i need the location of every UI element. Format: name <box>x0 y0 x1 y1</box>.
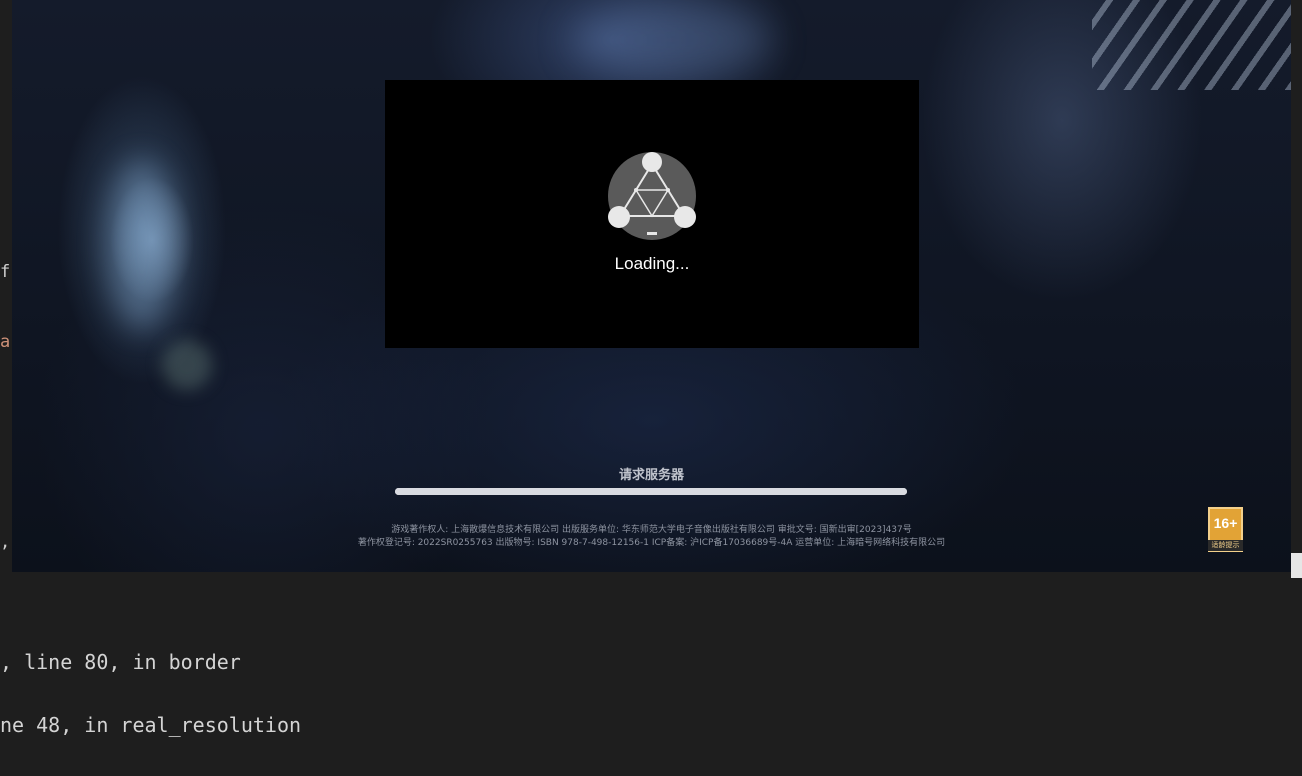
loading-status-text: 请求服务器 <box>618 468 684 483</box>
terminal-output-line: , line 80, in border <box>0 650 241 674</box>
legal-info-line: 著作权登记号: 2022SR0255763 出版物号: ISBN 978-7-4… <box>357 538 946 548</box>
editor-right-light-edge <box>1291 553 1302 578</box>
loading-dialog: Loading... <box>385 80 919 348</box>
loading-progress-bar <box>395 488 907 495</box>
editor-right-edge <box>1291 0 1302 578</box>
legal-info-line: 游戏著作权人: 上海散爆信息技术有限公司 出版服务单位: 华东师范大学电子音像出… <box>391 525 912 535</box>
game-window[interactable]: Loading... 请求服务器 游戏著作权人: 上海散爆信息技术有限公司 出版… <box>12 0 1291 572</box>
loading-progress-fill <box>395 488 907 495</box>
terminal-output-line: ne 48, in real_resolution <box>0 713 302 737</box>
age-rating-value: 16+ <box>1213 515 1238 531</box>
background-stripes <box>1092 0 1291 90</box>
background-highlight <box>107 160 177 330</box>
loading-text: Loading... <box>614 254 690 273</box>
editor-text-fragment: a <box>0 332 11 352</box>
editor-text-fragment: , <box>0 532 11 552</box>
age-rating-badge: 16+ 适龄提示 <box>1208 507 1243 552</box>
background-highlight <box>162 340 212 390</box>
editor-gutter: f a , <box>0 0 12 578</box>
background-highlight <box>572 0 772 80</box>
triangle-network-logo-icon <box>608 152 696 240</box>
editor-text-fragment: f <box>0 262 11 282</box>
age-rating-label: 适龄提示 <box>1208 540 1243 551</box>
